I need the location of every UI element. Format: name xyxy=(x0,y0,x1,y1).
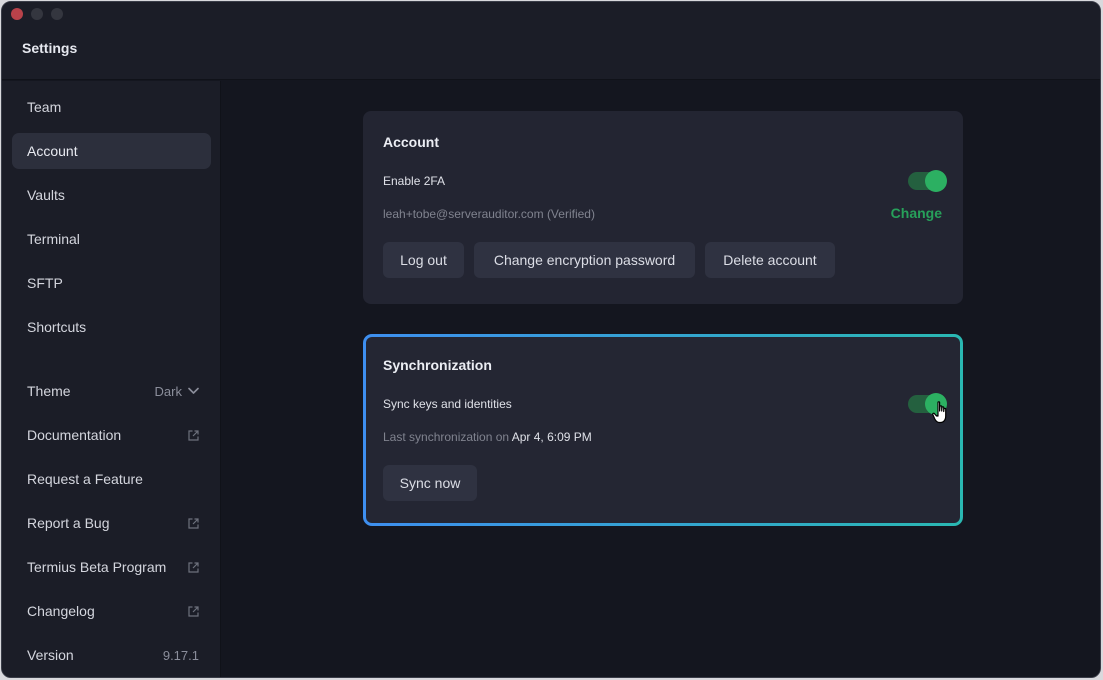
sidebar-item-terminal[interactable]: Terminal xyxy=(12,221,211,257)
change-email-link[interactable]: Change xyxy=(891,205,942,221)
theme-value: Dark xyxy=(154,383,182,399)
version-label: Version xyxy=(27,647,74,663)
sidebar-item-shortcuts[interactable]: Shortcuts xyxy=(12,309,211,345)
sidebar-item-account[interactable]: Account xyxy=(12,133,211,169)
theme-select[interactable]: Theme Dark xyxy=(12,373,211,409)
delete-account-button[interactable]: Delete account xyxy=(705,242,835,278)
external-link-icon xyxy=(188,561,199,573)
change-encryption-password-button[interactable]: Change encryption password xyxy=(474,242,695,278)
last-sync-prefix: Last synchronization on xyxy=(383,430,510,444)
sync-now-button[interactable]: Sync now xyxy=(383,465,477,501)
sidebar-link-beta-program[interactable]: Termius Beta Program xyxy=(12,549,211,585)
external-link-icon xyxy=(188,605,199,617)
sync-card-title: Synchronization xyxy=(383,357,492,373)
sidebar-link-request-feature[interactable]: Request a Feature xyxy=(12,461,211,497)
settings-sidebar: Team Account Vaults Terminal SFTP Shortc… xyxy=(2,81,221,677)
last-sync-info: Last synchronization on Apr 4, 6:09 PM xyxy=(383,430,592,444)
last-sync-value: Apr 4, 6:09 PM xyxy=(511,430,592,444)
sidebar-item-label: SFTP xyxy=(27,275,63,291)
enable-2fa-toggle[interactable] xyxy=(908,170,947,192)
window-controls xyxy=(11,8,63,20)
sidebar-item-team[interactable]: Team xyxy=(12,89,211,125)
sidebar-item-vaults[interactable]: Vaults xyxy=(12,177,211,213)
sync-keys-label: Sync keys and identities xyxy=(383,397,512,411)
version-value: 9.17.1 xyxy=(162,647,199,663)
account-email: leah+tobe@serverauditor.com (Verified) xyxy=(383,207,595,221)
synchronization-card: Synchronization Sync keys and identities… xyxy=(363,334,963,526)
hand-pointer-cursor-icon xyxy=(932,401,947,424)
zoom-window-button[interactable] xyxy=(51,8,63,20)
enable-2fa-label: Enable 2FA xyxy=(383,174,446,188)
titlebar: Settings xyxy=(2,2,1100,80)
account-card-title: Account xyxy=(383,134,439,150)
external-link-icon xyxy=(188,517,199,529)
sidebar-link-label: Documentation xyxy=(27,427,122,443)
chevron-down-icon xyxy=(188,387,199,394)
sidebar-link-label: Changelog xyxy=(27,603,95,619)
external-link-icon xyxy=(188,429,199,441)
sidebar-item-label: Vaults xyxy=(27,187,65,203)
sidebar-link-label: Termius Beta Program xyxy=(27,559,167,575)
close-window-button[interactable] xyxy=(11,8,23,20)
sidebar-link-documentation[interactable]: Documentation xyxy=(12,417,211,453)
sidebar-item-label: Team xyxy=(27,99,62,115)
theme-value-wrapper: Dark xyxy=(155,384,199,399)
settings-content: Account Enable 2FA leah+tobe@serveraudit… xyxy=(222,81,1100,677)
sidebar-link-report-bug[interactable]: Report a Bug xyxy=(12,505,211,541)
version-info: Version 9.17.1 xyxy=(12,637,211,673)
minimize-window-button[interactable] xyxy=(31,8,43,20)
theme-label: Theme xyxy=(27,383,71,399)
window-title: Settings xyxy=(22,40,78,56)
sidebar-item-label: Terminal xyxy=(27,231,80,247)
account-card: Account Enable 2FA leah+tobe@serveraudit… xyxy=(363,111,963,304)
sidebar-item-sftp[interactable]: SFTP xyxy=(12,265,211,301)
logout-button[interactable]: Log out xyxy=(383,242,464,278)
sidebar-item-label: Account xyxy=(27,143,78,159)
sidebar-item-label: Shortcuts xyxy=(27,319,87,335)
sidebar-link-label: Report a Bug xyxy=(27,515,110,531)
sidebar-link-label: Request a Feature xyxy=(27,471,143,487)
sidebar-link-changelog[interactable]: Changelog xyxy=(12,593,211,629)
settings-window: Settings Team Account Vaults Terminal SF… xyxy=(1,1,1101,678)
toggle-knob xyxy=(925,170,947,192)
